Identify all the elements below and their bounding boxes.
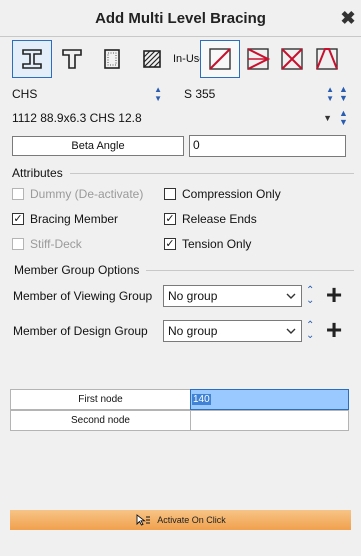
viewing-group-label: Member of Viewing Group bbox=[13, 289, 153, 303]
add-design-group-icon[interactable]: + bbox=[322, 316, 346, 344]
second-node-input[interactable] bbox=[190, 410, 349, 431]
material-stepper[interactable]: ▲ ▼ bbox=[339, 85, 348, 103]
activate-label: Activate On Click bbox=[157, 515, 226, 525]
bracing-member-checkbox[interactable]: ✓ Bracing Member bbox=[12, 212, 118, 226]
release-ends-checkbox[interactable]: ✓ Release Ends bbox=[164, 212, 257, 226]
chevron-down-icon[interactable]: ▼ bbox=[323, 113, 332, 123]
stiff-deck-label: Stiff-Deck bbox=[30, 237, 82, 251]
i-section-icon bbox=[22, 49, 42, 69]
activate-on-click-button[interactable]: Activate On Click bbox=[10, 510, 351, 530]
material-select[interactable]: S 355 ▲ ▼ bbox=[184, 84, 334, 104]
compression-only-checkbox[interactable]: Compression Only bbox=[164, 187, 281, 201]
viewing-group-stepper[interactable]: ⌃ ⌄ bbox=[306, 286, 314, 306]
close-icon[interactable]: ✖ bbox=[338, 8, 358, 28]
hatched-section-button[interactable] bbox=[132, 40, 172, 78]
first-node-value: 140 bbox=[192, 394, 211, 405]
cursor-click-icon bbox=[136, 514, 151, 526]
beta-angle-input[interactable]: 0 bbox=[189, 135, 346, 157]
add-viewing-group-icon[interactable]: + bbox=[322, 281, 346, 309]
tension-only-label: Tension Only bbox=[182, 237, 252, 251]
k-bracing-icon bbox=[247, 48, 271, 70]
profile-type-value: CHS bbox=[12, 87, 38, 101]
checkmark-icon: ✓ bbox=[12, 212, 24, 225]
box-section-icon bbox=[104, 49, 120, 69]
i-section-button[interactable] bbox=[12, 40, 52, 78]
bracing-member-label: Bracing Member bbox=[30, 212, 119, 226]
window-title: Add Multi Level Bracing bbox=[95, 9, 266, 27]
design-group-stepper[interactable]: ⌃ ⌄ bbox=[306, 321, 314, 341]
section-size-select[interactable]: 1112 88.9x6.3 CHS 12.8 ▼ bbox=[12, 108, 332, 128]
divider bbox=[0, 36, 361, 37]
divider bbox=[70, 173, 354, 174]
section-size-value: 1112 88.9x6.3 CHS 12.8 bbox=[12, 111, 142, 125]
x-bracing-icon bbox=[281, 48, 303, 70]
viewing-group-value: No group bbox=[168, 289, 218, 303]
compression-only-label: Compression Only bbox=[182, 187, 281, 201]
design-group-value: No group bbox=[168, 324, 218, 338]
design-group-label: Member of Design Group bbox=[13, 324, 148, 338]
hatched-section-icon bbox=[143, 50, 161, 68]
x-bracing-button[interactable] bbox=[272, 40, 312, 78]
t-section-icon bbox=[62, 49, 82, 69]
first-node-input[interactable]: 140 bbox=[190, 389, 349, 410]
dummy-checkbox[interactable]: Dummy (De-activate) bbox=[12, 187, 143, 201]
tension-only-checkbox[interactable]: ✓ Tension Only bbox=[164, 237, 251, 251]
checkbox-box bbox=[164, 188, 176, 200]
checkbox-box bbox=[12, 238, 24, 250]
profile-type-select[interactable]: CHS ▲ ▼ bbox=[12, 84, 162, 104]
chevron-down-icon bbox=[286, 328, 296, 334]
chevron-down-icon bbox=[286, 293, 296, 299]
section-size-stepper[interactable]: ▲ ▼ bbox=[339, 109, 348, 127]
t-section-button[interactable] bbox=[52, 40, 92, 78]
checkbox-box bbox=[12, 188, 24, 200]
material-spin-icon[interactable]: ▲ ▼ bbox=[326, 85, 334, 103]
profile-type-spin-icon[interactable]: ▲ ▼ bbox=[154, 85, 162, 103]
second-node-label: Second node bbox=[10, 410, 191, 431]
checkmark-icon: ✓ bbox=[164, 237, 176, 250]
single-diagonal-bracing-button[interactable] bbox=[200, 40, 240, 78]
viewing-group-select[interactable]: No group bbox=[163, 285, 302, 307]
inverted-v-bracing-button[interactable] bbox=[307, 40, 347, 78]
checkmark-icon: ✓ bbox=[164, 212, 176, 225]
member-group-heading: Member Group Options bbox=[14, 263, 140, 277]
single-diagonal-bracing-icon bbox=[209, 48, 231, 70]
first-node-label: First node bbox=[10, 389, 191, 410]
material-value: S 355 bbox=[184, 87, 216, 101]
design-group-select[interactable]: No group bbox=[163, 320, 302, 342]
dummy-label: Dummy (De-activate) bbox=[30, 187, 144, 201]
divider bbox=[146, 270, 354, 271]
stiff-deck-checkbox[interactable]: Stiff-Deck bbox=[12, 237, 82, 251]
box-section-button[interactable] bbox=[92, 40, 132, 78]
attributes-heading: Attributes bbox=[12, 166, 63, 180]
inverted-v-bracing-icon bbox=[316, 48, 338, 70]
release-ends-label: Release Ends bbox=[182, 212, 257, 226]
beta-angle-label: Beta Angle bbox=[12, 136, 184, 156]
